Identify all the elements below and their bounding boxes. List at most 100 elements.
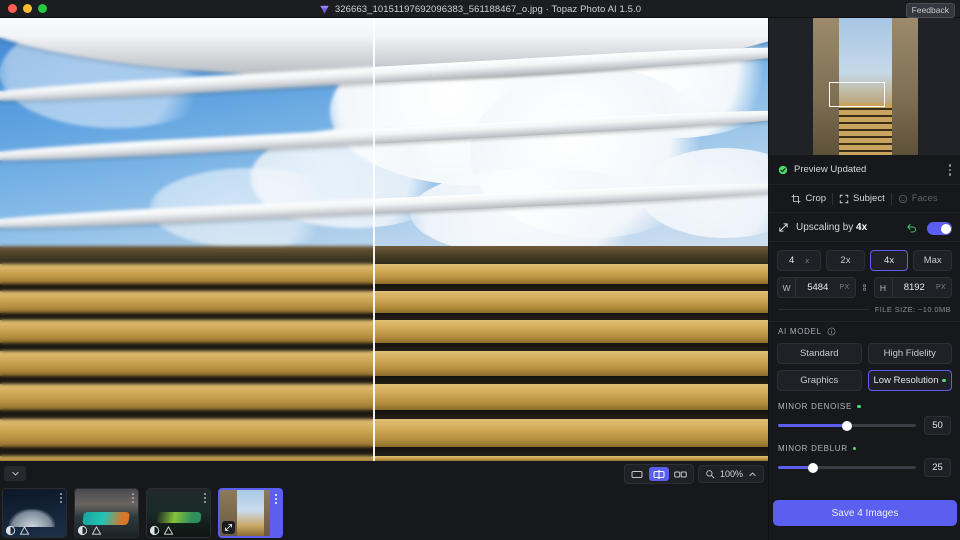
subject-tool-button[interactable]: Subject <box>839 193 885 204</box>
faces-icon <box>898 194 908 204</box>
minor-denoise-label: MINOR DENOISE <box>778 402 852 411</box>
minor-denoise-slider[interactable] <box>778 424 916 427</box>
zoom-window-button[interactable] <box>38 4 47 13</box>
panel-menu-button[interactable] <box>949 164 952 176</box>
single-view-button[interactable] <box>627 467 647 481</box>
minimize-window-button[interactable] <box>23 4 32 13</box>
step <box>0 419 768 447</box>
ai-model-header: AI MODEL <box>769 321 960 341</box>
triangle-warning-icon <box>163 525 174 536</box>
minor-denoise-row: 50 <box>778 416 951 435</box>
thumbnail-2[interactable] <box>74 488 139 538</box>
cloud <box>410 168 670 258</box>
side-by-side-view-icon <box>674 470 687 479</box>
navigator-preview[interactable] <box>769 18 960 155</box>
ai-model-options: Standard High Fidelity Graphics Low Reso… <box>769 341 960 399</box>
close-window-button[interactable] <box>8 4 17 13</box>
thumbnail-menu-button[interactable] <box>127 489 138 537</box>
navigator-viewport-rect[interactable] <box>829 82 885 107</box>
navigator-image <box>813 18 918 155</box>
crop-tool-button[interactable]: Crop <box>791 193 826 204</box>
save-images-button[interactable]: Save 4 Images <box>773 500 957 526</box>
step <box>0 384 768 410</box>
step <box>0 264 768 284</box>
topaz-photo-ai-window: 326663_10151197692096383_561188467_o.jpg… <box>0 0 960 540</box>
minor-deblur-value[interactable]: 25 <box>924 458 951 477</box>
stairs-region <box>0 264 768 461</box>
viewer-toolbar: 100% <box>0 461 768 486</box>
navigator-wall-right <box>892 18 918 155</box>
triangle-warning-icon <box>91 525 102 536</box>
zoom-level-label: 100% <box>720 469 743 479</box>
step <box>0 320 768 343</box>
model-high-fidelity-label: High Fidelity <box>884 348 936 359</box>
split-view-button[interactable] <box>649 467 669 481</box>
divider <box>778 309 869 310</box>
thumbnail-4[interactable] <box>218 488 283 538</box>
check-circle-icon <box>778 165 788 175</box>
scale-preset-4x[interactable]: 4x <box>870 250 909 271</box>
link-dimensions-button[interactable] <box>860 282 870 293</box>
step-riser <box>0 343 768 351</box>
photo-preview <box>0 18 768 461</box>
resize-arrows-icon <box>778 222 789 233</box>
navigator-stairs <box>839 103 892 155</box>
scale-value: 4 <box>789 255 794 266</box>
split-view-divider[interactable] <box>373 18 375 461</box>
single-view-icon <box>631 470 643 479</box>
chevron-up-icon[interactable] <box>748 470 757 479</box>
wall-top <box>0 246 768 264</box>
window-controls[interactable] <box>0 4 47 13</box>
thumbnail-badges <box>77 525 102 536</box>
zoom-control[interactable]: 100% <box>698 465 764 483</box>
preview-status-row: Preview Updated <box>769 155 960 185</box>
model-standard-button[interactable]: Standard <box>777 343 862 364</box>
step-riser <box>0 313 768 320</box>
width-label: W <box>778 278 796 297</box>
minor-deblur-slider[interactable] <box>778 466 916 469</box>
side-by-side-view-button[interactable] <box>671 467 691 481</box>
active-indicator-dot <box>942 379 946 383</box>
width-unit[interactable]: PX <box>840 284 855 291</box>
width-field[interactable]: W 5484 PX <box>777 277 856 298</box>
triangle-warning-icon <box>19 525 30 536</box>
thumbnail-1[interactable] <box>2 488 67 538</box>
undo-icon[interactable] <box>906 222 918 234</box>
faces-tool-button[interactable]: Faces <box>898 193 938 204</box>
thumbnail-menu-button[interactable] <box>199 489 210 537</box>
minor-deblur-label: MINOR DEBLUR <box>778 444 848 453</box>
thumbnail-3[interactable] <box>146 488 211 538</box>
feedback-button[interactable]: Feedback <box>906 3 955 18</box>
collapse-panel-button[interactable] <box>4 466 26 481</box>
height-value: 8192 <box>893 282 937 293</box>
resize-arrows-icon <box>224 523 233 532</box>
scale-preset-2x[interactable]: 2x <box>826 250 865 271</box>
scale-value-input[interactable]: 4 x <box>777 250 821 271</box>
active-indicator-dot <box>857 405 861 409</box>
upscaling-toggle[interactable] <box>927 222 952 235</box>
height-unit[interactable]: PX <box>936 284 951 291</box>
minor-denoise-value[interactable]: 50 <box>924 416 951 435</box>
info-icon[interactable] <box>827 327 836 336</box>
half-circle-icon <box>77 525 88 536</box>
split-view-icon <box>653 470 665 479</box>
upscaling-title: Upscaling by 4x <box>796 222 867 233</box>
ai-model-label: AI MODEL <box>778 327 822 336</box>
model-low-resolution-button[interactable]: Low Resolution <box>868 370 953 391</box>
topaz-logo-icon <box>319 4 330 15</box>
thumbnail-menu-button[interactable] <box>55 489 66 537</box>
model-high-fidelity-button[interactable]: High Fidelity <box>868 343 953 364</box>
preview-status-label: Preview Updated <box>794 164 866 175</box>
height-label: H <box>875 278 893 297</box>
step <box>0 351 768 376</box>
height-field[interactable]: H 8192 PX <box>874 277 953 298</box>
thumbnail-menu-button[interactable] <box>270 490 281 536</box>
right-panel: Preview Updated Crop Subject <box>768 18 960 540</box>
crop-tool-label: Crop <box>805 193 826 204</box>
model-graphics-button[interactable]: Graphics <box>777 370 862 391</box>
expand-thumbnail-button[interactable] <box>222 521 235 534</box>
image-canvas[interactable] <box>0 18 768 461</box>
scale-preset-max[interactable]: Max <box>913 250 952 271</box>
step-riser <box>0 284 768 291</box>
step-riser <box>0 410 768 419</box>
